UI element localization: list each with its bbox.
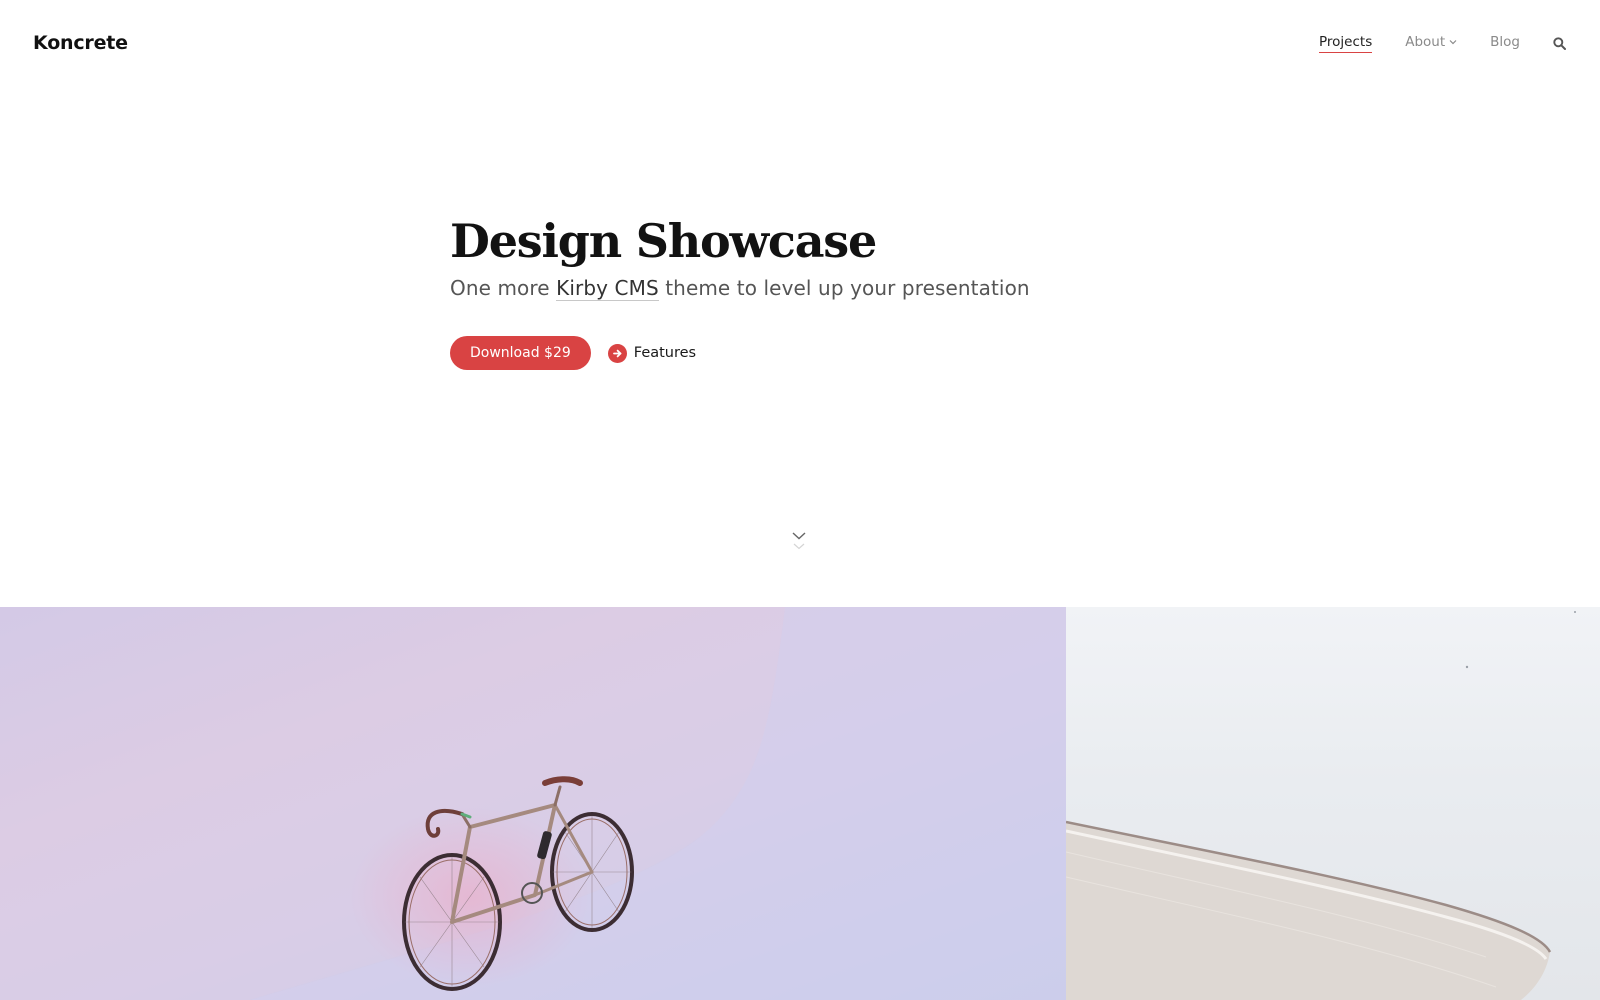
- chevron-down-icon: [1449, 39, 1457, 44]
- hero-subtitle-start: One more: [450, 276, 557, 300]
- nav-item-blog[interactable]: Blog: [1490, 34, 1520, 53]
- project-tile-bicycle[interactable]: [0, 607, 1066, 1000]
- site-logo[interactable]: Koncrete: [33, 32, 128, 54]
- bicycle-photo: [0, 607, 1066, 1000]
- kirby-cms-link[interactable]: Kirby CMS: [556, 276, 659, 301]
- search-icon: [1553, 36, 1566, 50]
- nav-item-about-label: About: [1405, 33, 1446, 50]
- features-label: Features: [633, 345, 697, 361]
- page: Koncrete Projects About Blog Design Show…: [0, 0, 1600, 1000]
- architecture-photo: [1066, 611, 1576, 1000]
- hero-subtitle: One more Kirby CMS theme to level up you…: [450, 276, 1150, 301]
- search-button[interactable]: [1553, 36, 1567, 50]
- arrow-right-circle-icon: [607, 343, 627, 363]
- project-gallery: [0, 607, 1600, 1000]
- nav-item-about[interactable]: About: [1405, 34, 1457, 53]
- project-tile-architecture[interactable]: [1066, 607, 1600, 1000]
- hero-section: Design Showcase One more Kirby CMS theme…: [450, 212, 1150, 370]
- hero-actions: Download $29 Features: [450, 336, 1150, 370]
- nav-item-projects[interactable]: Projects: [1319, 34, 1373, 53]
- features-link[interactable]: Features: [607, 343, 697, 363]
- download-button[interactable]: Download $29: [450, 336, 591, 370]
- main-nav: Projects About Blog: [1286, 34, 1567, 53]
- hero-subtitle-end: theme to level up your presentation: [658, 276, 1030, 300]
- double-chevron-down-icon: [792, 532, 806, 550]
- hero-title: Design Showcase: [450, 214, 877, 268]
- scroll-down-indicator[interactable]: [791, 530, 807, 554]
- site-header: Koncrete Projects About Blog: [0, 0, 1600, 86]
